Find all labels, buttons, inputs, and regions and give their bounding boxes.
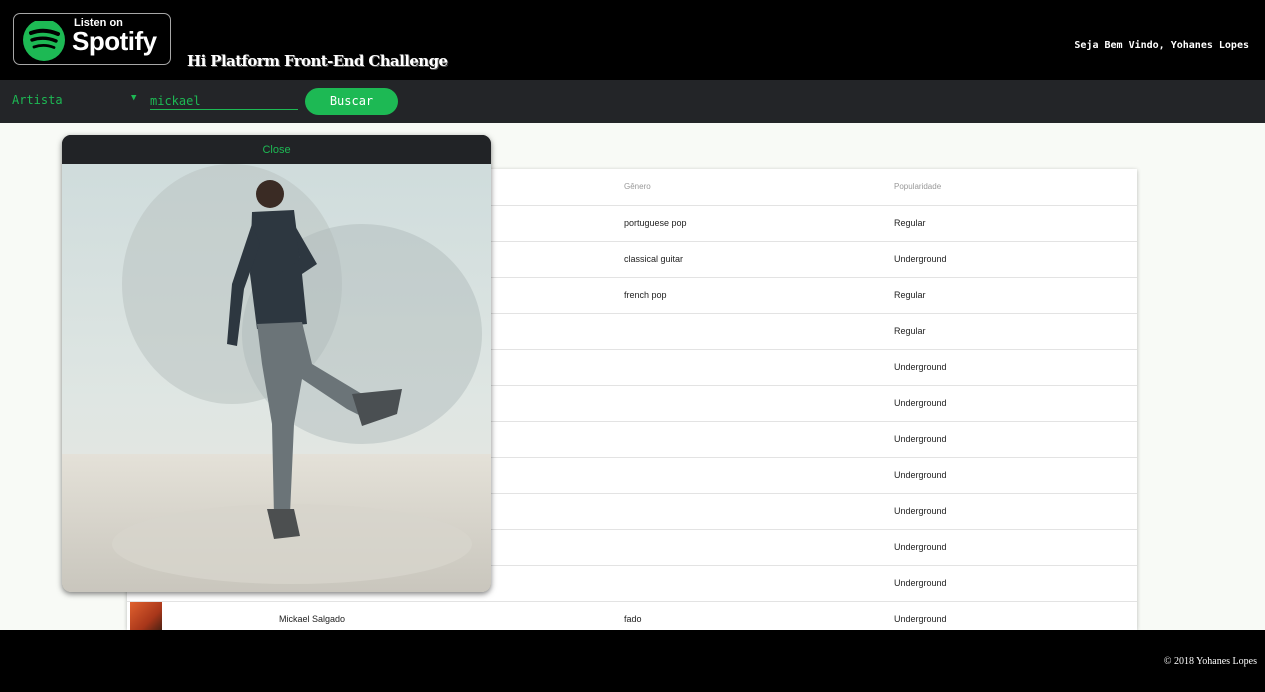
- artist-popularity: Regular: [894, 218, 926, 228]
- chevron-down-icon: ▼: [131, 93, 137, 103]
- artist-popularity: Underground: [894, 578, 947, 588]
- search-type-select[interactable]: Artista ▼: [12, 93, 140, 111]
- modal-header: Close: [62, 135, 491, 164]
- welcome-message: Seja Bem Vindo, Yohanes Lopes: [1074, 40, 1249, 51]
- artist-name: Mickael Salgado: [279, 614, 346, 624]
- artist-popularity: Underground: [894, 362, 947, 372]
- spotify-logo-icon: [23, 21, 65, 61]
- badge-spotify-text: Spotify: [72, 26, 157, 56]
- search-button[interactable]: Buscar: [305, 88, 398, 115]
- listen-on-spotify-badge[interactable]: Listen on Spotify: [13, 13, 171, 65]
- artist-popularity: Underground: [894, 506, 947, 516]
- artist-popularity: Underground: [894, 434, 947, 444]
- close-button[interactable]: Close: [62, 144, 491, 156]
- footer: © 2018 Yohanes Lopes: [0, 630, 1265, 692]
- artist-popularity: Underground: [894, 254, 947, 264]
- artist-popularity: Regular: [894, 326, 926, 336]
- artist-photo: [62, 164, 491, 592]
- artist-popularity: Underground: [894, 470, 947, 480]
- top-header: Listen on Spotify Hi Platform Front-End …: [0, 0, 1265, 80]
- artist-genre: portuguese pop: [624, 218, 687, 228]
- artist-genre: fado: [624, 614, 642, 624]
- artist-popularity: Underground: [894, 614, 947, 624]
- search-type-selected-value: Artista: [12, 93, 63, 107]
- table-row[interactable]: Mickael Salgado fado Underground: [127, 602, 1137, 630]
- page-title: Hi Platform Front-End Challenge: [187, 52, 448, 70]
- artist-genre: classical guitar: [624, 254, 684, 264]
- search-input[interactable]: [150, 93, 298, 110]
- column-header-genre: Gênero: [624, 182, 651, 191]
- artist-thumbnail: [130, 602, 162, 630]
- column-header-popularity: Popularidade: [894, 182, 942, 191]
- artist-popularity: Underground: [894, 398, 947, 408]
- artist-image-modal: Close: [62, 135, 491, 592]
- artist-popularity: Regular: [894, 290, 926, 300]
- copyright-text: © 2018 Yohanes Lopes: [1163, 656, 1257, 667]
- artist-popularity: Underground: [894, 542, 947, 552]
- artist-genre: french pop: [624, 290, 667, 300]
